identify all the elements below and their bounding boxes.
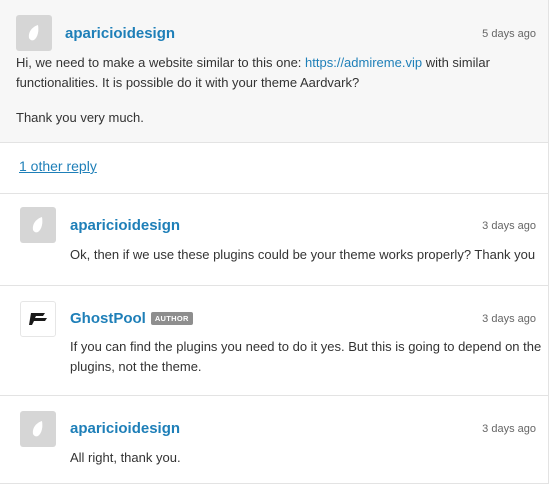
comment-text: plugins, not the theme. bbox=[70, 359, 202, 374]
avatar[interactable] bbox=[16, 15, 52, 51]
envato-leaf-icon bbox=[32, 421, 43, 437]
comment-text: functionalities. It is possible do it wi… bbox=[16, 75, 360, 90]
avatar[interactable] bbox=[20, 411, 56, 447]
timestamp: 5 days ago bbox=[482, 28, 536, 40]
author-badge: AUTHOR bbox=[150, 312, 193, 325]
more-replies-row: 1 other reply bbox=[0, 143, 548, 194]
comment-main: aparicioidesign 5 days ago Hi, we need t… bbox=[0, 0, 548, 143]
avatar[interactable] bbox=[20, 207, 56, 243]
timestamp: 3 days ago bbox=[482, 423, 536, 435]
comment-text: with similar bbox=[422, 55, 490, 70]
author-row: GhostPool AUTHOR bbox=[70, 310, 193, 327]
timestamp: 3 days ago bbox=[482, 313, 536, 325]
envato-leaf-icon bbox=[32, 217, 43, 233]
comment-paragraph: Thank you very much. bbox=[16, 110, 144, 125]
author-link[interactable]: GhostPool bbox=[70, 310, 146, 327]
reply-item: aparicioidesign 3 days ago Ok, then if w… bbox=[0, 194, 548, 286]
author-link[interactable]: aparicioidesign bbox=[65, 25, 175, 42]
comment-body: Hi, we need to make a website similar to… bbox=[16, 53, 541, 128]
reply-body: All right, thank you. bbox=[70, 450, 181, 465]
author-link[interactable]: aparicioidesign bbox=[70, 420, 180, 437]
other-replies-link[interactable]: 1 other reply bbox=[19, 158, 97, 174]
external-link[interactable]: https://admireme.vip bbox=[305, 55, 422, 70]
comment-paragraph: Hi, we need to make a website similar to… bbox=[16, 53, 541, 93]
comment-text: Hi, we need to make a website similar to… bbox=[16, 55, 306, 70]
avatar[interactable] bbox=[20, 301, 56, 337]
author-link[interactable]: aparicioidesign bbox=[70, 217, 180, 234]
timestamp: 3 days ago bbox=[482, 220, 536, 232]
envato-leaf-icon bbox=[28, 25, 39, 41]
comment-text: If you can find the plugins you need to … bbox=[70, 339, 542, 354]
reply-item: GhostPool AUTHOR 3 days ago If you can fi… bbox=[0, 286, 548, 396]
comment-thread: aparicioidesign 5 days ago Hi, we need t… bbox=[0, 0, 549, 484]
reply-body: If you can find the plugins you need to … bbox=[70, 337, 545, 377]
reply-item: aparicioidesign 3 days ago All right, th… bbox=[0, 396, 548, 484]
reply-body: Ok, then if we use these plugins could b… bbox=[70, 247, 536, 262]
ghostpool-logo-icon bbox=[29, 313, 47, 325]
